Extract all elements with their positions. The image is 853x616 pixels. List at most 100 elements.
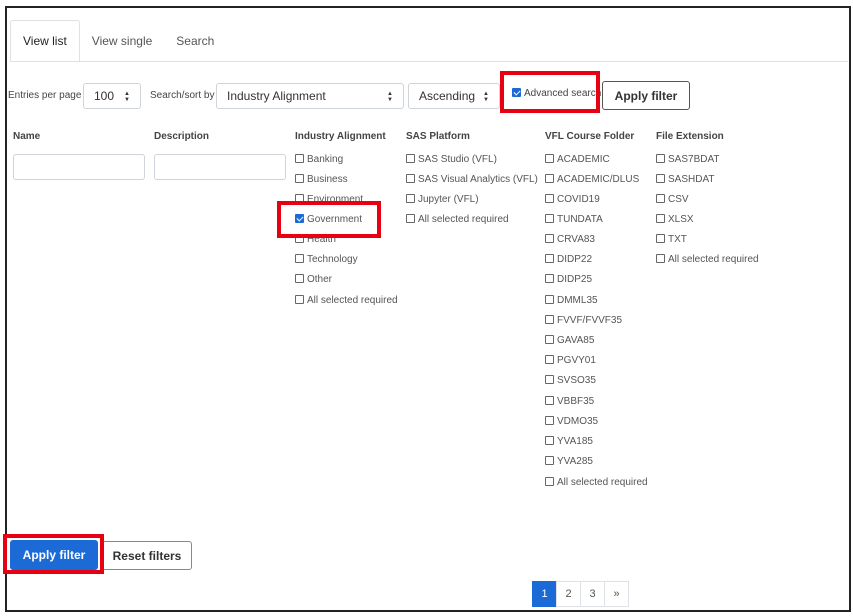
folder-option[interactable]: COVID19 [545,193,600,207]
folder-option[interactable]: VBBF35 [545,395,594,409]
platform-option[interactable]: SAS Studio (VFL) [406,153,497,167]
column-header-platform: SAS Platform [406,131,470,142]
checkbox-icon[interactable] [545,396,554,405]
checkbox-icon[interactable] [406,214,415,223]
apply-filter-top-button[interactable]: Apply filter [602,81,690,110]
industry-option[interactable]: Other [295,273,332,287]
advanced-search-label: Advanced search [524,88,602,99]
platform-option-all-required[interactable]: All selected required [406,213,509,227]
checkbox-icon[interactable] [295,274,304,283]
industry-option[interactable]: Banking [295,153,343,167]
folder-option[interactable]: CRVA83 [545,233,595,247]
extension-option[interactable]: TXT [656,233,687,247]
checkbox-icon[interactable] [656,254,665,263]
folder-option[interactable]: YVA185 [545,435,593,449]
extension-option[interactable]: CSV [656,193,689,207]
extension-option-all-required[interactable]: All selected required [656,253,759,267]
next-page-button[interactable]: » [604,581,629,607]
folder-option[interactable]: ACADEMIC [545,153,610,167]
industry-option[interactable]: Business [295,173,348,187]
checkbox-icon[interactable] [545,416,554,425]
checkbox-icon[interactable] [545,355,554,364]
folder-option[interactable]: DIDP22 [545,253,592,267]
sort-by-value: Industry Alignment [227,89,326,103]
page-1-button[interactable]: 1 [532,581,557,607]
tab-view-list[interactable]: View list [10,20,80,62]
advanced-search-toggle[interactable]: Advanced search [512,88,601,99]
entries-per-page-label: Entries per page [8,90,82,101]
checkbox-icon[interactable] [545,214,554,223]
checkbox-checked-icon[interactable] [295,214,304,223]
checkbox-icon[interactable] [545,274,554,283]
page-2-button[interactable]: 2 [556,581,581,607]
checkbox-icon[interactable] [545,174,554,183]
sort-order-value: Ascending [419,89,476,103]
tab-view-single[interactable]: View single [80,20,164,62]
checkbox-icon[interactable] [545,456,554,465]
checkbox-icon[interactable] [545,295,554,304]
folder-option[interactable]: VDMO35 [545,415,598,429]
tab-divider [10,61,848,62]
checkbox-icon[interactable] [295,254,304,263]
extension-option[interactable]: SAS7BDAT [656,153,720,167]
folder-option[interactable]: SVSO35 [545,374,596,388]
folder-option-all-required[interactable]: All selected required [545,476,648,490]
platform-option[interactable]: Jupyter (VFL) [406,193,479,207]
updown-caret-icon: ▲ ▼ [483,91,489,103]
checkbox-icon[interactable] [295,174,304,183]
checkbox-icon[interactable] [545,194,554,203]
folder-option[interactable]: TUNDATA [545,213,603,227]
folder-option[interactable]: GAVA85 [545,334,594,348]
checkbox-icon[interactable] [295,194,304,203]
checkbox-icon[interactable] [545,436,554,445]
folder-option[interactable]: FVVF/FVVF35 [545,314,622,328]
industry-option[interactable]: Health [295,233,336,247]
sort-by-select[interactable]: Industry Alignment ▲ ▼ [216,83,404,109]
search-sort-label: Search/sort by [150,90,215,101]
checkbox-icon[interactable] [545,234,554,243]
checkbox-icon[interactable] [656,154,665,163]
description-filter-input[interactable] [154,154,286,180]
entries-per-page-select[interactable]: 100 ▲ ▼ [83,83,141,109]
industry-option[interactable]: Environment [295,193,363,207]
apply-filter-button[interactable]: Apply filter [10,540,98,570]
industry-option-all-required[interactable]: All selected required [295,294,398,308]
updown-caret-icon: ▲ ▼ [124,91,130,103]
page-3-button[interactable]: 3 [580,581,605,607]
checkbox-icon[interactable] [295,154,304,163]
checkbox-icon[interactable] [295,234,304,243]
checkbox-icon[interactable] [656,194,665,203]
industry-option[interactable]: Technology [295,253,358,267]
checkbox-icon[interactable] [406,174,415,183]
checkbox-icon[interactable] [545,315,554,324]
folder-option[interactable]: ACADEMIC/DLUS [545,173,639,187]
pagination: 1 2 3 » [532,581,629,607]
checkbox-icon[interactable] [295,295,304,304]
checkbox-icon[interactable] [406,194,415,203]
checkbox-icon[interactable] [406,154,415,163]
checkbox-icon[interactable] [545,254,554,263]
tab-bar: View list View single Search [10,18,226,62]
folder-option[interactable]: PGVY01 [545,354,596,368]
extension-option[interactable]: SASHDAT [656,173,715,187]
entries-per-page-value: 100 [94,89,115,103]
folder-option[interactable]: YVA285 [545,455,593,469]
checkbox-icon[interactable] [656,174,665,183]
name-filter-input[interactable] [13,154,145,180]
platform-option[interactable]: SAS Visual Analytics (VFL) [406,173,538,187]
extension-option[interactable]: XLSX [656,213,694,227]
checkbox-icon[interactable] [545,154,554,163]
checkbox-icon[interactable] [656,214,665,223]
sort-order-select[interactable]: Ascending ▲ ▼ [408,83,500,109]
checkbox-icon[interactable] [545,375,554,384]
checkbox-icon[interactable] [656,234,665,243]
folder-option[interactable]: DIDP25 [545,273,592,287]
tab-search[interactable]: Search [164,20,226,62]
checkbox-icon[interactable] [545,335,554,344]
reset-filters-button[interactable]: Reset filters [102,541,192,570]
checkbox-icon[interactable] [545,477,554,486]
column-header-description: Description [154,131,210,142]
checkbox-checked-icon[interactable] [512,88,521,97]
industry-option-government[interactable]: Government [295,213,362,227]
folder-option[interactable]: DMML35 [545,294,598,308]
